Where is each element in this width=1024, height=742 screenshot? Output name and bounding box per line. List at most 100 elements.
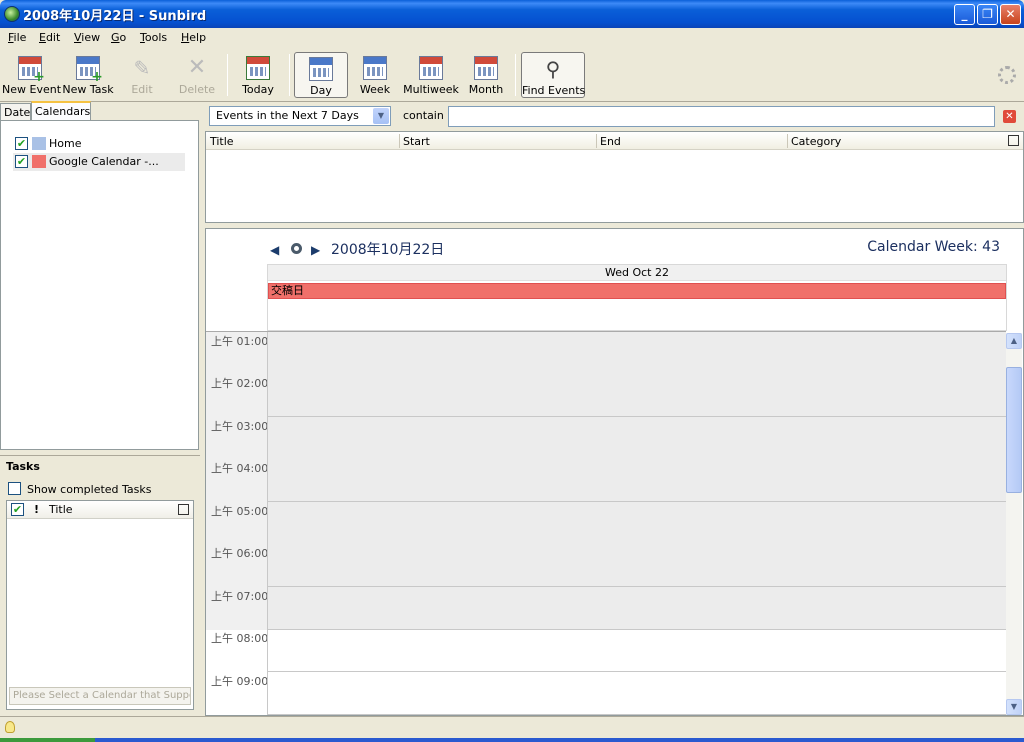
column-divider[interactable] — [596, 134, 597, 148]
hour-row: 上午 04:00 — [206, 459, 1006, 502]
day-view-button[interactable]: Day — [294, 52, 348, 98]
column-picker-icon[interactable] — [178, 504, 189, 515]
today-button[interactable]: Today — [236, 52, 280, 98]
event-search-input[interactable] — [448, 106, 995, 127]
activity-throbber-icon — [998, 66, 1016, 84]
status-bar — [0, 716, 1024, 738]
hour-slot[interactable] — [267, 587, 1006, 630]
event-filter-bar: Events in the Next 7 Days ▼ contain ✕ — [205, 102, 1024, 130]
calendar-home-checkbox[interactable]: ✔ — [15, 137, 28, 150]
calendar-list-panel: ✔ Home ✔ Google Calendar -... — [0, 120, 199, 450]
column-picker-icon[interactable] — [1008, 135, 1019, 146]
hour-label: 上午 06:00 — [211, 547, 269, 560]
pencil-icon: ✎ — [133, 56, 151, 80]
column-divider[interactable] — [399, 134, 400, 148]
calendar-item-home[interactable]: ✔ Home — [13, 135, 185, 153]
event-list: Title Start End Category — [205, 131, 1024, 223]
clear-search-icon[interactable]: ✕ — [1003, 110, 1016, 123]
hour-label: 上午 04:00 — [211, 462, 269, 475]
hour-row: 上午 07:00 — [206, 587, 1006, 630]
next-day-icon[interactable]: ▶ — [311, 243, 320, 257]
minimize-button[interactable]: _ — [954, 4, 975, 25]
find-events-label: Find Events — [522, 84, 586, 97]
multiweek-view-button[interactable]: Multiweek — [403, 52, 459, 98]
hour-row: 上午 01:00 — [206, 332, 1006, 375]
menu-file[interactable]: File — [8, 31, 26, 44]
previous-day-icon[interactable]: ◀ — [270, 243, 279, 257]
tasks-title-column[interactable]: Title — [49, 503, 73, 516]
hour-slot[interactable] — [267, 332, 1006, 375]
hour-slot[interactable] — [267, 417, 1006, 460]
show-completed-label: Show completed Tasks — [27, 483, 152, 496]
tab-date[interactable]: Date — [0, 103, 31, 121]
toolbar-separator — [515, 54, 516, 96]
event-filter-selected: Events in the Next 7 Days — [216, 109, 359, 122]
hour-slot[interactable] — [267, 629, 1006, 672]
new-event-icon: + — [18, 56, 45, 84]
edit-button[interactable]: ✎ Edit — [120, 52, 164, 98]
hour-slot[interactable] — [267, 459, 1006, 502]
calendar-item-google[interactable]: ✔ Google Calendar -... — [13, 153, 185, 171]
today-calendar-icon — [246, 56, 270, 80]
tasks-priority-column[interactable]: ! — [34, 503, 39, 516]
title-bar: 2008年10月22日 - Sunbird _ ❐ ✕ — [0, 0, 1024, 28]
hour-slot[interactable] — [267, 672, 1006, 715]
column-divider[interactable] — [787, 134, 788, 148]
multiweek-view-label: Multiweek — [403, 83, 459, 96]
day-view-scrollbar[interactable]: ▲ ▼ — [1006, 333, 1022, 715]
hour-label: 上午 01:00 — [211, 335, 269, 348]
week-view-button[interactable]: Week — [355, 52, 395, 98]
maximize-button[interactable]: ❐ — [977, 4, 998, 25]
day-header-label[interactable]: Wed Oct 22 — [268, 265, 1006, 281]
hour-label: 上午 09:00 — [211, 675, 269, 688]
column-end[interactable]: End — [600, 135, 621, 148]
calendar-list: ✔ Home ✔ Google Calendar -... — [13, 135, 185, 171]
menu-edit[interactable]: Edit — [39, 31, 60, 44]
new-event-button[interactable]: + New Event — [2, 52, 62, 98]
close-button[interactable]: ✕ — [1000, 4, 1021, 25]
show-completed-checkbox[interactable] — [8, 482, 21, 495]
allday-event[interactable]: 交稿日 — [268, 283, 1006, 299]
event-list-header: Title Start End Category — [206, 132, 1023, 150]
show-completed-toggle[interactable]: Show completed Tasks — [8, 480, 152, 496]
today-dot-icon[interactable] — [291, 243, 302, 254]
toolbar-separator — [227, 54, 228, 96]
calendar-google-checkbox[interactable]: ✔ — [15, 155, 28, 168]
delete-button[interactable]: ✕ Delete — [175, 52, 219, 98]
hour-row: 上午 02:00 — [206, 374, 1006, 417]
hour-row: 上午 06:00 — [206, 544, 1006, 587]
menu-view[interactable]: View — [74, 31, 100, 44]
hour-slot[interactable] — [267, 502, 1006, 545]
magnifier-icon: ⚲ — [545, 57, 561, 81]
sunbird-app-icon[interactable] — [4, 6, 20, 22]
month-view-button[interactable]: Month — [466, 52, 506, 98]
hour-slot[interactable] — [267, 544, 1006, 587]
hour-slot[interactable] — [267, 374, 1006, 417]
day-view: ◀ ▶ 2008年10月22日 Calendar Week: 43 Wed Oc… — [205, 228, 1024, 716]
calendar-week-label: Calendar Week: 43 — [867, 239, 1000, 255]
column-start[interactable]: Start — [403, 135, 430, 148]
tab-calendars[interactable]: Calendars — [31, 101, 91, 121]
scroll-down-icon[interactable]: ▼ — [1006, 699, 1022, 715]
scroll-up-icon[interactable]: ▲ — [1006, 333, 1022, 349]
tasks-done-column-icon[interactable]: ✔ — [11, 503, 24, 516]
tasks-title: Tasks — [6, 460, 40, 473]
menu-go[interactable]: Go — [111, 31, 126, 44]
menu-help[interactable]: Help — [181, 31, 206, 44]
new-task-input[interactable]: Please Select a Calendar that Suppor — [9, 687, 191, 705]
new-task-button[interactable]: + New Task — [61, 52, 115, 98]
hour-row: 上午 03:00 — [206, 417, 1006, 460]
column-category[interactable]: Category — [791, 135, 841, 148]
day-view-date-title: 2008年10月22日 — [331, 242, 445, 258]
event-filter-select[interactable]: Events in the Next 7 Days ▼ — [209, 106, 391, 126]
scroll-thumb[interactable] — [1006, 367, 1022, 493]
multiweek-view-icon — [419, 56, 443, 80]
chevron-down-icon[interactable]: ▼ — [373, 108, 389, 124]
new-event-label: New Event — [2, 83, 62, 96]
column-title[interactable]: Title — [210, 135, 234, 148]
tasks-pane: Tasks Show completed Tasks ✔ ! Title Ple… — [0, 455, 200, 715]
find-events-button[interactable]: ⚲ Find Events — [521, 52, 585, 98]
month-view-label: Month — [468, 83, 504, 96]
sidebar-tabs: Date Calendars — [0, 101, 200, 121]
menu-tools[interactable]: Tools — [140, 31, 167, 44]
